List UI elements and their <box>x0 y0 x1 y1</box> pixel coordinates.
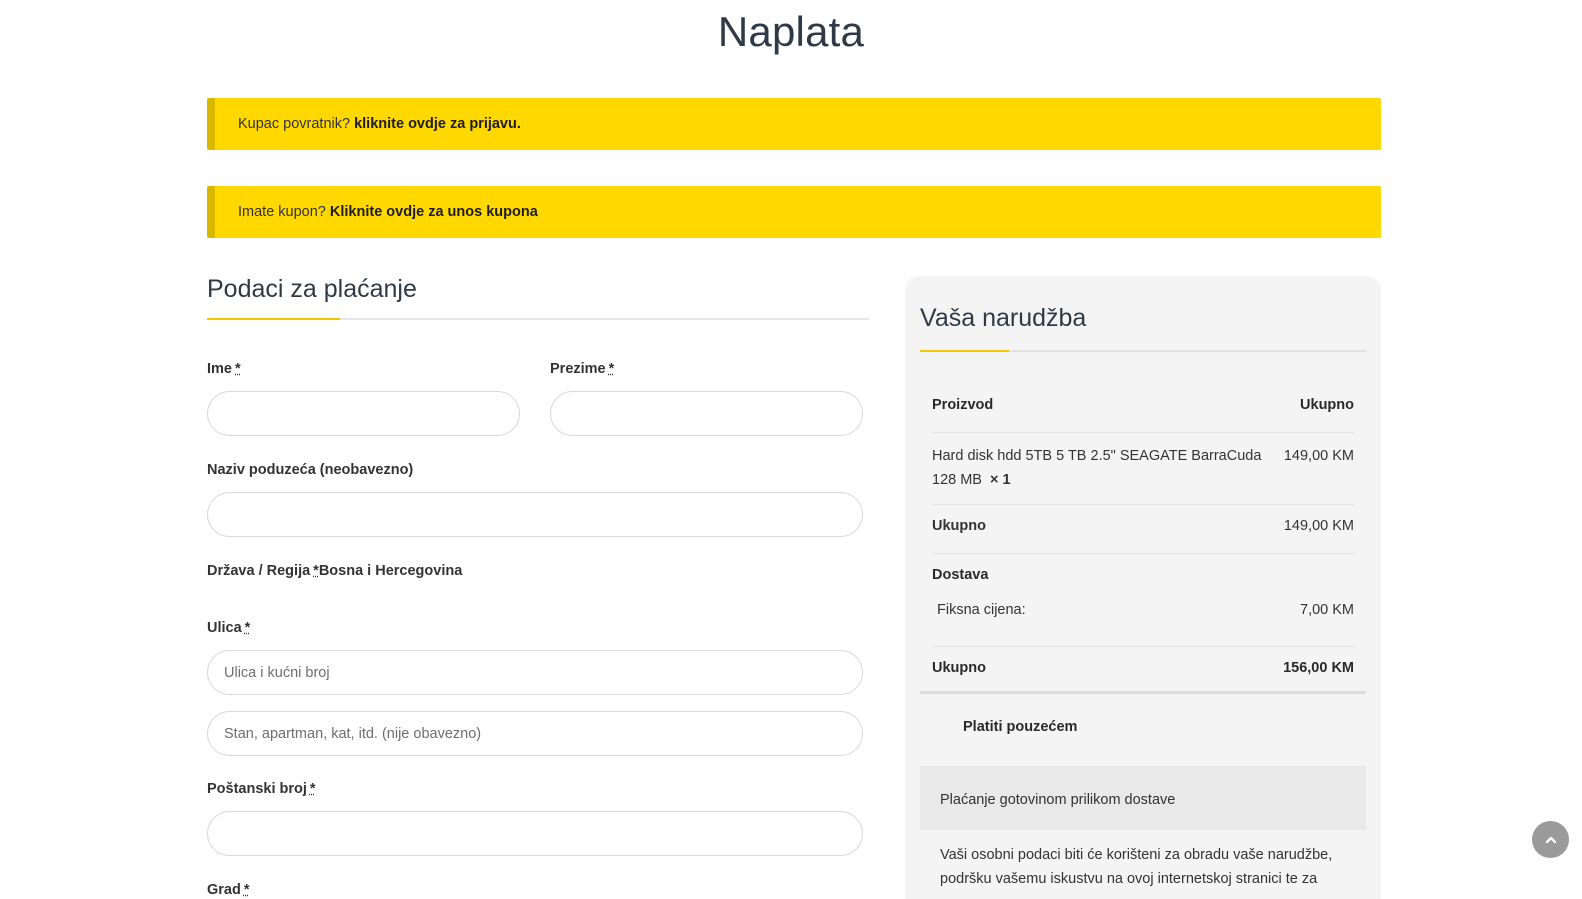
total-label: Ukupno <box>932 660 986 676</box>
coupon-notice: Imate kupon? Kliknite ovdje za unos kupo… <box>207 186 1381 238</box>
country-value: Bosna i Hercegovina <box>318 563 463 579</box>
payment-method-cod[interactable]: Platiti pouzećem <box>963 719 1077 735</box>
total-row: Ukupno 156,00 KM <box>932 660 1354 676</box>
country-field: Država / Regija *Bosna i Hercegovina <box>207 563 463 579</box>
country-label: Država / Regija <box>207 563 311 579</box>
returning-customer-notice: Kupac povratnik? kliknite ovdje za prija… <box>207 98 1381 150</box>
first-name-input[interactable] <box>207 391 520 436</box>
col-total: Ukupno <box>1300 397 1354 413</box>
returning-customer-text: Kupac povratnik? <box>238 116 351 132</box>
chevron-up-icon <box>1545 836 1556 843</box>
shipping-row: Dostava <box>932 567 1354 583</box>
postcode-label: Poštanski broj * <box>207 781 316 797</box>
last-name-input[interactable] <box>550 391 863 436</box>
coupon-text: Imate kupon? <box>238 204 326 220</box>
shipping-method[interactable]: Fiksna cijena: <box>937 602 1026 618</box>
order-title-divider <box>920 350 1366 352</box>
privacy-notice: Vaši osobni podaci biti će korišteni za … <box>940 847 1333 887</box>
first-name-label: Ime * <box>207 361 241 377</box>
street-label: Ulica * <box>207 620 251 636</box>
divider <box>932 553 1354 554</box>
order-item-name: Hard disk hdd 5TB 5 TB 2.5" SEAGATE Barr… <box>932 448 1262 488</box>
divider <box>932 504 1354 505</box>
order-item-row: Hard disk hdd 5TB 5 TB 2.5" SEAGATE Barr… <box>932 444 1354 492</box>
shipping-label: Dostava <box>932 567 989 583</box>
subtotal-row: Ukupno 149,00 KM <box>932 518 1354 534</box>
last-name-label: Prezime * <box>550 361 615 377</box>
divider <box>932 646 1354 647</box>
billing-title-divider <box>207 318 869 320</box>
page-title: Naplata <box>717 8 865 55</box>
login-link[interactable]: kliknite ovdje za prijavu. <box>354 116 521 132</box>
subtotal-label: Ukupno <box>932 518 986 534</box>
billing-section: Podaci za plaćanje <box>207 275 869 320</box>
order-item-price: 149,00 KM <box>1283 448 1354 464</box>
company-input[interactable] <box>207 492 863 537</box>
payment-divider <box>920 691 1366 694</box>
city-label: Grad * <box>207 882 250 898</box>
subtotal-value: 149,00 KM <box>1283 518 1354 534</box>
scroll-top-button[interactable] <box>1532 821 1569 858</box>
shipping-method-row: Fiksna cijena: 7,00 KM <box>932 602 1354 618</box>
postcode-input[interactable] <box>207 811 863 856</box>
divider <box>932 432 1354 433</box>
billing-title: Podaci za plaćanje <box>207 275 417 303</box>
coupon-link[interactable]: Kliknite ovdje za unos kupona <box>330 204 538 220</box>
order-title: Vaša narudžba <box>920 304 1087 332</box>
order-table-header: Proizvod Ukupno <box>932 397 1354 413</box>
order-item-qty: × 1 <box>990 472 1011 488</box>
payment-description: Plaćanje gotovinom prilikom dostave <box>920 766 1366 830</box>
shipping-value: 7,00 KM <box>1300 602 1354 618</box>
street-input[interactable] <box>207 650 863 695</box>
street2-input[interactable] <box>207 711 863 756</box>
total-value: 156,00 KM <box>1283 660 1354 676</box>
col-product: Proizvod <box>932 397 994 413</box>
company-label: Naziv poduzeća (neobavezno) <box>207 462 414 478</box>
